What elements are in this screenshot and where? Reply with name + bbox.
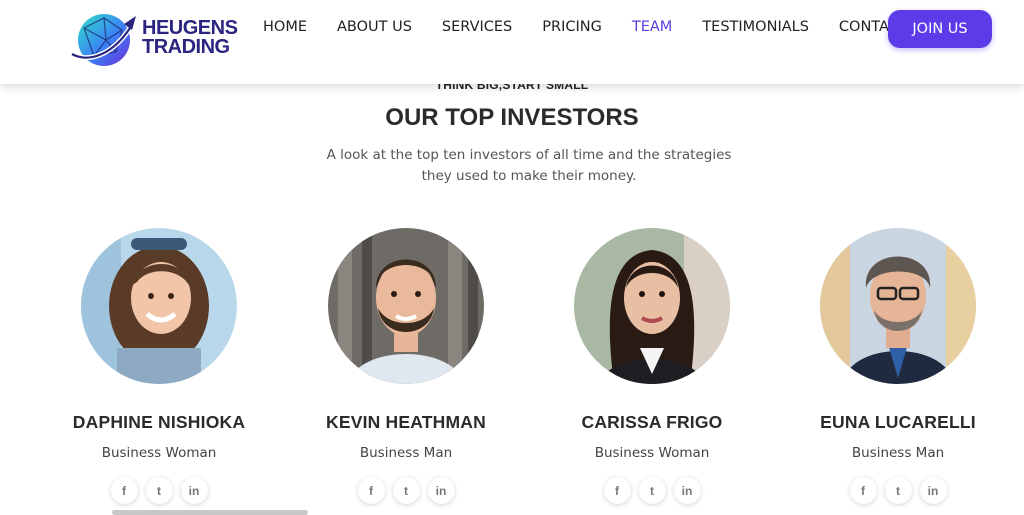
team-card: KEVIN HEATHMAN Business Man f t in	[306, 228, 506, 504]
avatar[interactable]	[81, 228, 237, 384]
team-card: DAPHINE NISHIOKA Business Woman f t in	[59, 228, 259, 504]
member-role: Business Woman	[101, 445, 217, 461]
section-title: OUR TOP INVESTORS	[385, 104, 639, 131]
brand-logo[interactable]: HEUGENS TRADING	[66, 6, 246, 70]
member-name: EUNA LUCARELLI	[820, 412, 976, 432]
member-role: Business Man	[359, 445, 453, 461]
nav-home[interactable]: HOME	[263, 19, 307, 35]
horizontal-scrollbar[interactable]	[112, 510, 308, 515]
globe-logo-icon	[70, 14, 136, 66]
brand-name-line2: TRADING	[142, 36, 230, 58]
member-name: KEVIN HEATHMAN	[326, 412, 486, 432]
facebook-icon[interactable]: f	[110, 477, 138, 504]
twitter-icon[interactable]: t	[638, 477, 666, 504]
member-role: Business Man	[851, 445, 945, 461]
portrait-icon	[328, 228, 484, 384]
linkedin-icon[interactable]: in	[180, 477, 208, 504]
nav-testimonials[interactable]: TESTIMONIALS	[702, 19, 809, 35]
social-links: f t in	[59, 477, 259, 504]
linkedin-icon[interactable]: in	[919, 477, 947, 504]
linkedin-icon[interactable]: in	[673, 477, 701, 504]
portrait-icon	[81, 228, 237, 384]
page: HEUGENS TRADING HOME ABOUT US SERVICES P…	[0, 0, 1024, 515]
facebook-icon[interactable]: f	[357, 477, 385, 504]
social-links: f t in	[798, 477, 998, 504]
member-role: Business Woman	[594, 445, 710, 461]
site-header: HEUGENS TRADING HOME ABOUT US SERVICES P…	[0, 0, 1024, 84]
member-name: DAPHINE NISHIOKA	[72, 412, 246, 432]
facebook-icon[interactable]: f	[603, 477, 631, 504]
twitter-icon[interactable]: t	[145, 477, 173, 504]
nav-about-us[interactable]: ABOUT US	[337, 19, 412, 35]
nav-team[interactable]: TEAM	[632, 19, 672, 35]
avatar[interactable]	[820, 228, 976, 384]
avatar[interactable]	[574, 228, 730, 384]
avatar[interactable]	[328, 228, 484, 384]
portrait-icon	[820, 228, 976, 384]
team-card: CARISSA FRIGO Business Woman f t in	[552, 228, 752, 504]
facebook-icon[interactable]: f	[849, 477, 877, 504]
team-card: EUNA LUCARELLI Business Man f t in	[798, 228, 998, 504]
main-nav: HOME ABOUT US SERVICES PRICING TEAM TEST…	[263, 17, 938, 37]
nav-pricing[interactable]: PRICING	[542, 19, 602, 35]
member-name: CARISSA FRIGO	[581, 412, 723, 432]
linkedin-icon[interactable]: in	[427, 477, 455, 504]
portrait-icon	[574, 228, 730, 384]
section-subtitle: A look at the top ten investors of all t…	[326, 147, 732, 184]
twitter-icon[interactable]: t	[392, 477, 420, 504]
social-links: f t in	[306, 477, 506, 504]
join-us-button[interactable]: JOIN US	[888, 10, 992, 48]
social-links: f t in	[552, 477, 752, 504]
twitter-icon[interactable]: t	[884, 477, 912, 504]
nav-services[interactable]: SERVICES	[442, 19, 512, 35]
